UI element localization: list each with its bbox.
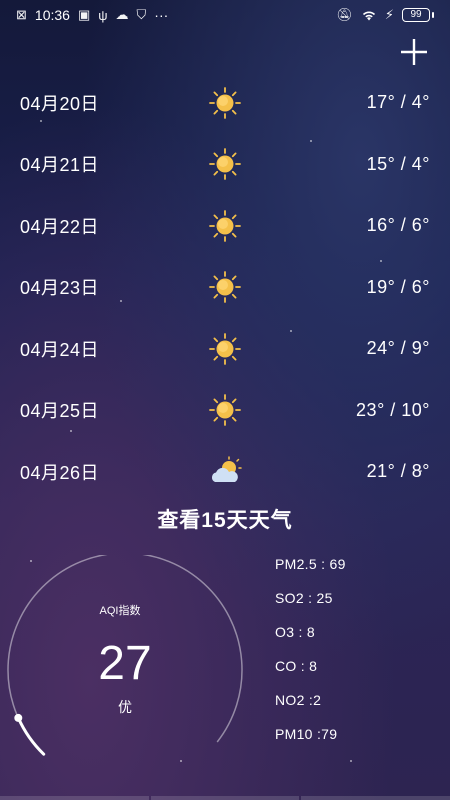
- cloud-icon: ☁: [115, 7, 129, 22]
- bottom-nav-hint: [0, 796, 450, 800]
- usb-icon: ψ: [98, 7, 108, 23]
- mute-icon: 🔕︎: [336, 7, 353, 22]
- aqi-label: AQI指数: [99, 605, 141, 617]
- forecast-date: 04月26日: [20, 462, 100, 483]
- pollutant-item: PM2.5 : 69: [275, 556, 346, 572]
- forecast-row[interactable]: 04月20日 17° / 4°: [0, 72, 450, 134]
- status-bar: ⊠ 10:36 ▣ ψ ☁ ⛉ ··· 🔕︎ ⚡︎ 99: [0, 0, 450, 30]
- battery-indicator: 99: [402, 8, 434, 22]
- sun-icon: [208, 209, 242, 243]
- bottom-tab[interactable]: [0, 796, 149, 800]
- pollutant-list: PM2.5 : 69 SO2 : 25 O3 : 8 CO : 8 NO2 :2 PM10…: [275, 552, 435, 756]
- forecast-row[interactable]: 04月23日 19° / 6°: [0, 257, 450, 319]
- forecast-row[interactable]: 04月24日 24° / 9°: [0, 318, 450, 380]
- aqi-level: 优: [118, 699, 132, 715]
- forecast-date: 04月22日: [20, 216, 100, 237]
- bottom-tab[interactable]: [150, 796, 300, 800]
- add-city-button[interactable]: [398, 36, 430, 68]
- app-notification-icon: ▣: [77, 7, 91, 22]
- forecast-row[interactable]: 04月22日 16° / 6°: [0, 195, 450, 257]
- forecast-temperature: 21° / 8°: [366, 461, 430, 482]
- forecast-row[interactable]: 04月21日 15° / 4°: [0, 134, 450, 196]
- forecast-temperature: 24° / 9°: [366, 338, 430, 359]
- forecast-row[interactable]: 04月26日 21° / 8°: [0, 441, 450, 503]
- status-time: 10:36: [34, 7, 70, 23]
- sun-icon: [208, 86, 242, 120]
- forecast-date: 04月23日: [20, 278, 100, 299]
- aqi-gauge-progress: [16, 716, 46, 756]
- forecast-temperature: 23° / 10°: [356, 399, 430, 420]
- partly-cloudy-icon: [208, 455, 242, 489]
- forecast-temperature: 19° / 6°: [366, 276, 430, 297]
- sun-icon: [208, 147, 242, 181]
- battery-level: 99: [402, 8, 430, 22]
- forecast-row[interactable]: 04月25日 23° / 10°: [0, 380, 450, 442]
- shield-icon: ⛉: [136, 7, 147, 22]
- daily-forecast-list: 04月20日 17° / 4° 04月21日 15° / 4° 04月22日 1…: [0, 72, 450, 503]
- charging-icon: ⚡︎: [384, 7, 394, 22]
- forecast-temperature: 15° / 4°: [366, 153, 430, 174]
- forecast-date: 04月21日: [20, 155, 100, 176]
- aqi-value: 27: [98, 637, 152, 690]
- sun-icon: [208, 332, 242, 366]
- forecast-date: 04月20日: [20, 93, 100, 114]
- forecast-temperature: 17° / 4°: [366, 92, 430, 113]
- pollutant-item: NO2 :2: [275, 692, 322, 708]
- sun-icon: [208, 270, 242, 304]
- forecast-date: 04月25日: [20, 401, 100, 422]
- pollutant-item: PM10 :79: [275, 726, 338, 742]
- plus-icon: [401, 39, 427, 65]
- pollutant-item: CO : 8: [275, 658, 318, 674]
- forecast-date: 04月24日: [20, 339, 100, 360]
- pollutant-item: O3 : 8: [275, 624, 315, 640]
- bottom-tab[interactable]: [301, 796, 450, 800]
- sun-icon: [208, 393, 242, 427]
- wifi-icon: [362, 11, 375, 21]
- more-notifications: ···: [154, 7, 169, 23]
- forecast-temperature: 16° / 6°: [366, 215, 430, 236]
- view-15-day-forecast-link[interactable]: 查看15天天气: [0, 504, 450, 534]
- notification-close-icon: ⊠: [16, 7, 27, 22]
- pollutant-item: SO2 : 25: [275, 590, 333, 606]
